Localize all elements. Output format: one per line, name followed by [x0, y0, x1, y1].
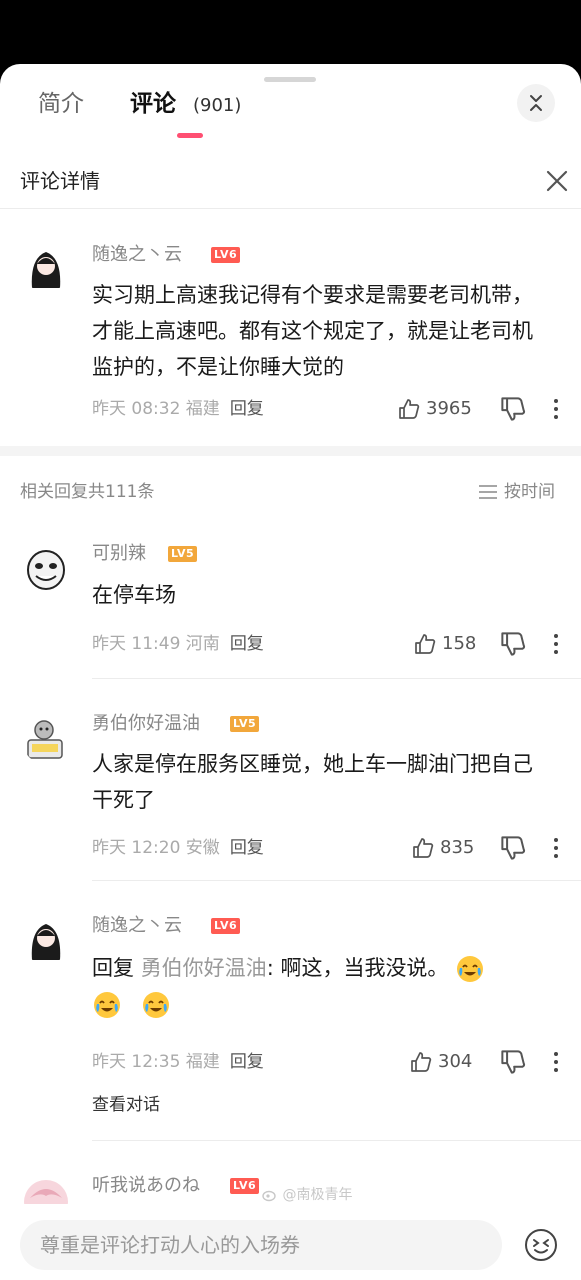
level-badge: LV6 [211, 247, 241, 263]
like-button[interactable]: 158 [414, 632, 476, 656]
replies-count: 相关回复共111条 [20, 482, 155, 502]
level-badge: LV5 [230, 716, 260, 732]
divider [92, 1140, 581, 1141]
tab-intro[interactable]: 简介 [38, 84, 84, 124]
username[interactable]: 随逸之丶云 [92, 243, 182, 267]
level-badge: LV6 [211, 918, 241, 934]
divider [92, 880, 581, 881]
divider [92, 678, 581, 679]
thumbs-up-icon [411, 1052, 432, 1072]
emoji-icon[interactable] [524, 1228, 558, 1262]
crying-laughing-emoji [142, 992, 169, 1018]
comment-input[interactable]: 尊重是评论打动人心的入场券 [20, 1220, 502, 1270]
more-icon[interactable] [552, 836, 560, 860]
view-conversation-link[interactable]: 查看对话 [92, 1093, 160, 1117]
avatar[interactable] [22, 544, 70, 592]
level-badge: LV5 [168, 546, 198, 562]
thumbs-up-icon [413, 838, 434, 858]
comment-sheet: 简介 评论 (901) 评论详情 随逸之丶云 LV6 实习期上高速我记得有个要求… [0, 64, 581, 1280]
more-icon[interactable] [552, 397, 560, 421]
close-icon [546, 170, 568, 192]
reply-item: 可别辣 LV5 在停车场 昨天 11:49 河南 回复 158 [0, 532, 581, 682]
sort-label: 按时间 [504, 482, 555, 502]
comment-count: (901) [193, 95, 242, 116]
like-button[interactable]: 3965 [398, 397, 472, 421]
thumbs-down-icon[interactable] [500, 1049, 526, 1075]
comment-text: 回复 勇伯你好温油: 啊这，当我没说。 [92, 950, 552, 1022]
drag-handle[interactable] [264, 77, 316, 82]
detail-title: 评论详情 [20, 169, 100, 193]
comment-time: 昨天 12:20 安徽 [92, 838, 220, 858]
crying-laughing-emoji [94, 992, 120, 1018]
watermark: @南极青年 [262, 1186, 352, 1204]
like-count: 835 [440, 837, 475, 858]
comment-text: 人家是停在服务区睡觉，她上车一脚油门把自己干死了 [92, 752, 533, 812]
tab-comments[interactable]: 评论 [130, 84, 176, 124]
thumbs-down-icon[interactable] [500, 835, 526, 861]
comment-text: 实习期上高速我记得有个要求是需要老司机带，才能上高速吧。都有这个规定了，就是让老… [92, 283, 533, 379]
avatar[interactable] [22, 244, 70, 292]
more-icon[interactable] [552, 632, 560, 656]
comment-time: 昨天 11:49 河南 [92, 634, 220, 654]
replies-header: 相关回复共111条 按时间 [0, 472, 581, 512]
like-count: 304 [438, 1051, 473, 1072]
active-tab-indicator [177, 133, 203, 138]
username[interactable]: 随逸之丶云 [92, 914, 182, 938]
sort-icon [479, 485, 497, 499]
tab-bar: 简介 评论 (901) [0, 84, 581, 128]
avatar[interactable] [22, 716, 70, 764]
root-comment: 随逸之丶云 LV6 实习期上高速我记得有个要求是需要老司机带，才能上高速吧。都有… [0, 224, 581, 446]
watermark-text: @南极青年 [282, 1187, 353, 1203]
more-icon[interactable] [552, 1050, 560, 1074]
close-button[interactable] [538, 162, 576, 200]
section-divider [0, 446, 581, 456]
reply-button[interactable]: 回复 [230, 838, 264, 858]
thumbs-up-icon [415, 634, 436, 654]
mention-link[interactable]: 勇伯你好温油 [141, 956, 267, 980]
reply-button[interactable]: 回复 [230, 1052, 264, 1072]
comment-meta: 昨天 12:20 安徽 回复 [92, 836, 264, 860]
collapse-button[interactable] [517, 84, 555, 122]
reply-item: 随逸之丶云 LV6 回复 勇伯你好温油: 啊这，当我没说。 昨天 12:35 福… [0, 904, 581, 1144]
comment-text: 在停车场 [92, 583, 176, 607]
reply-button[interactable]: 回复 [230, 634, 264, 654]
comment-time: 昨天 08:32 福建 [92, 399, 220, 419]
reply-prefix: 回复 [92, 956, 134, 980]
detail-header: 评论详情 [0, 154, 581, 209]
avatar[interactable] [22, 916, 70, 964]
level-badge: LV6 [230, 1178, 260, 1194]
comment-meta: 昨天 11:49 河南 回复 [92, 632, 264, 656]
like-button[interactable]: 835 [412, 836, 474, 860]
sort-button[interactable]: 按时间 [478, 480, 555, 504]
username[interactable]: 勇伯你好温油 [92, 712, 200, 736]
comment-input-bar: 尊重是评论打动人心的入场券 [0, 1204, 581, 1280]
reply-item: 勇伯你好温油 LV5 人家是停在服务区睡觉，她上车一脚油门把自己干死了 昨天 1… [0, 702, 581, 882]
comment-meta: 昨天 08:32 福建 回复 [92, 397, 264, 421]
thumbs-up-icon [399, 399, 420, 419]
crying-laughing-emoji [457, 956, 484, 982]
collapse-icon [530, 95, 542, 111]
thumbs-down-icon[interactable] [500, 631, 526, 657]
thumbs-down-icon[interactable] [500, 396, 526, 422]
like-count: 3965 [426, 398, 472, 419]
username[interactable]: 听我说あのね [92, 1174, 200, 1198]
like-count: 158 [442, 633, 477, 654]
reply-button[interactable]: 回复 [230, 399, 264, 419]
reply-text: : 啊这，当我没说。 [266, 956, 449, 980]
username[interactable]: 可别辣 [92, 542, 146, 566]
comment-input-placeholder: 尊重是评论打动人心的入场券 [40, 1233, 300, 1257]
weibo-logo [262, 1190, 276, 1202]
comment-meta: 昨天 12:35 福建 回复 [92, 1050, 264, 1074]
like-button[interactable]: 304 [410, 1050, 472, 1074]
comment-time: 昨天 12:35 福建 [92, 1052, 220, 1072]
